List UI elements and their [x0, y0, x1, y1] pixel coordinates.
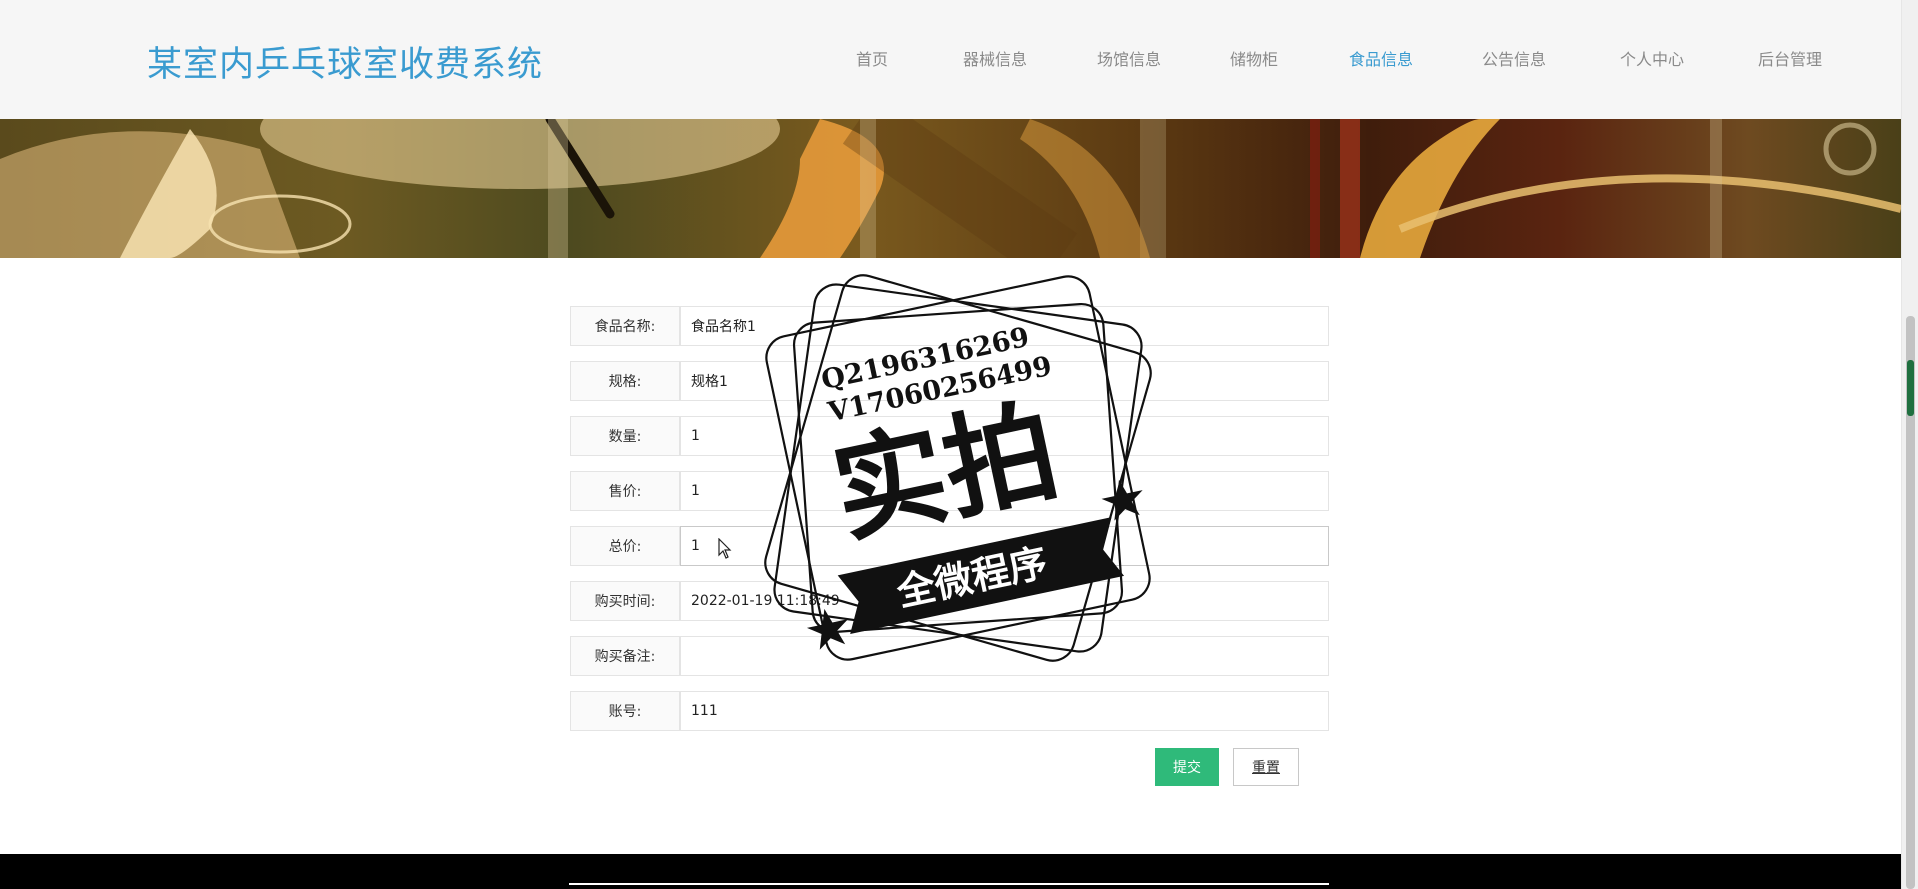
quantity-input[interactable]: 1 [680, 416, 1329, 456]
spec-input[interactable]: 规格1 [680, 361, 1329, 401]
page: 某室内乒乓球室收费系统 首页 器械信息 场馆信息 储物柜 食品信息 公告信息 个… [0, 0, 1901, 889]
form-row-account: 账号: 111 [570, 691, 1329, 731]
nav-equipment[interactable]: 器械信息 [963, 46, 1027, 70]
site-header: 某室内乒乓球室收费系统 首页 器械信息 场馆信息 储物柜 食品信息 公告信息 个… [0, 0, 1901, 119]
nav-personal-center[interactable]: 个人中心 [1620, 46, 1684, 70]
mouse-pointer-icon [718, 538, 732, 559]
form-row-remark: 购买备注: [570, 636, 1329, 676]
nav-venue[interactable]: 场馆信息 [1097, 46, 1161, 70]
field-label: 总价: [570, 526, 680, 566]
footer-divider [569, 883, 1329, 885]
sports-banner [0, 119, 1901, 258]
field-label: 数量: [570, 416, 680, 456]
food-name-input[interactable]: 食品名称1 [680, 306, 1329, 346]
banner-artwork [0, 119, 1901, 258]
site-title[interactable]: 某室内乒乓球室收费系统 [147, 36, 543, 87]
price-input[interactable]: 1 [680, 471, 1329, 511]
remark-input[interactable] [680, 636, 1329, 676]
reset-button[interactable]: 重置 [1233, 748, 1299, 786]
field-label: 食品名称: [570, 306, 680, 346]
nav-admin[interactable]: 后台管理 [1758, 46, 1822, 70]
nav-notice[interactable]: 公告信息 [1482, 46, 1546, 70]
form-row-quantity: 数量: 1 [570, 416, 1329, 456]
form-row-spec: 规格: 规格1 [570, 361, 1329, 401]
form-row-price: 售价: 1 [570, 471, 1329, 511]
field-label: 购买备注: [570, 636, 680, 676]
form-row-food-name: 食品名称: 食品名称1 [570, 306, 1329, 346]
submit-button[interactable]: 提交 [1155, 748, 1219, 786]
purchase-time-input[interactable]: 2022-01-19 11:18:49 [680, 581, 1329, 621]
site-footer [0, 854, 1901, 889]
field-label: 规格: [570, 361, 680, 401]
total-price-input[interactable]: 1 [680, 526, 1329, 566]
form-row-total: 总价: 1 [570, 526, 1329, 566]
nav-home[interactable]: 首页 [856, 46, 888, 70]
scroll-position-indicator [1907, 360, 1914, 416]
field-label: 账号: [570, 691, 680, 731]
page-scrollbar[interactable] [1901, 0, 1918, 889]
form-row-purchase-time: 购买时间: 2022-01-19 11:18:49 [570, 581, 1329, 621]
field-label: 售价: [570, 471, 680, 511]
field-label: 购买时间: [570, 581, 680, 621]
nav-food[interactable]: 食品信息 [1349, 46, 1413, 70]
account-input[interactable]: 111 [680, 691, 1329, 731]
nav-locker[interactable]: 储物柜 [1230, 46, 1278, 70]
